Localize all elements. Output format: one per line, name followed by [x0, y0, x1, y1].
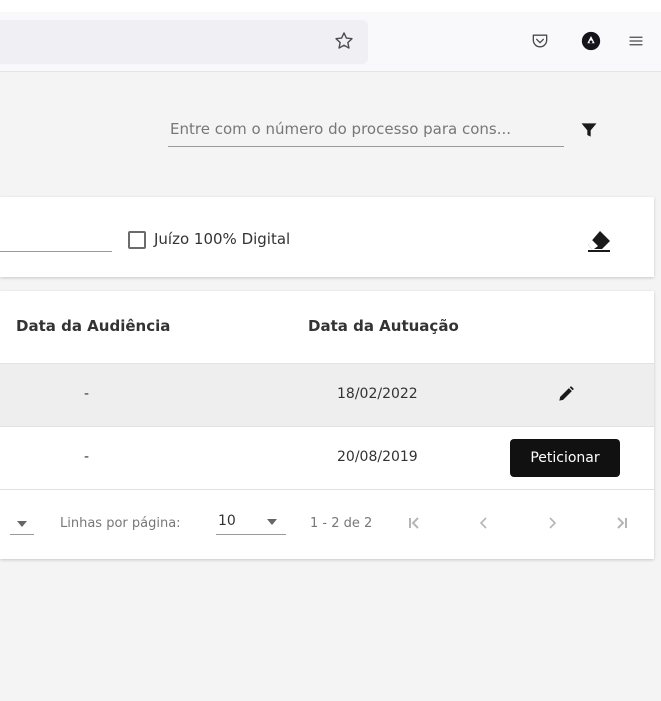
paginator: Linhas por página: 10 1 - 2 de 2 — [0, 491, 654, 559]
column-header-audiencia[interactable]: Data da Audiência — [16, 317, 170, 335]
digital-checkbox[interactable] — [128, 231, 146, 249]
filter-icon[interactable] — [578, 119, 600, 141]
url-bar[interactable] — [0, 20, 368, 64]
table-row[interactable]: - 20/08/2019 Peticionar — [0, 427, 654, 490]
menu-icon[interactable] — [624, 29, 648, 53]
paginator-range: 1 - 2 de 2 — [310, 516, 373, 531]
filter-panel: Juízo 100% Digital — [0, 197, 654, 277]
eraser-icon[interactable] — [584, 227, 614, 255]
rows-per-page-label: Linhas por página: — [60, 516, 181, 531]
browser-toolbar — [0, 12, 661, 72]
rows-per-page-value: 10 — [218, 513, 236, 529]
paginator-dropdown[interactable] — [10, 513, 34, 535]
first-page-icon[interactable] — [404, 513, 424, 533]
search-field[interactable] — [168, 111, 564, 147]
browser-tab-strip — [0, 0, 661, 12]
pocket-icon[interactable] — [528, 29, 552, 53]
column-header-autuacao[interactable]: Data da Autuação — [308, 317, 459, 335]
table-row[interactable]: - 18/02/2022 — [0, 364, 654, 427]
results-table: Data da Audiência Data da Autuação - 18/… — [0, 291, 654, 559]
digital-checkbox-label[interactable]: Juízo 100% Digital — [154, 230, 290, 248]
page-content: Juízo 100% Digital Data da Audiência Dat… — [0, 73, 661, 701]
cell-data-autuacao: 20/08/2019 — [337, 449, 418, 465]
peticionar-tooltip: Peticionar — [510, 439, 620, 477]
account-icon[interactable] — [579, 29, 603, 53]
last-page-icon[interactable] — [612, 513, 632, 533]
cell-data-autuacao: 18/02/2022 — [337, 386, 418, 402]
cell-data-audiencia: - — [84, 449, 90, 465]
rows-per-page-select[interactable]: 10 — [216, 511, 286, 535]
pencil-icon[interactable] — [554, 382, 578, 406]
cell-data-audiencia: - — [84, 386, 90, 402]
previous-page-icon[interactable] — [474, 513, 494, 533]
search-input[interactable] — [168, 111, 564, 146]
next-page-icon[interactable] — [542, 513, 562, 533]
caret-down-icon — [266, 517, 278, 527]
star-icon[interactable] — [331, 28, 357, 54]
filter-text-field[interactable] — [0, 251, 112, 252]
